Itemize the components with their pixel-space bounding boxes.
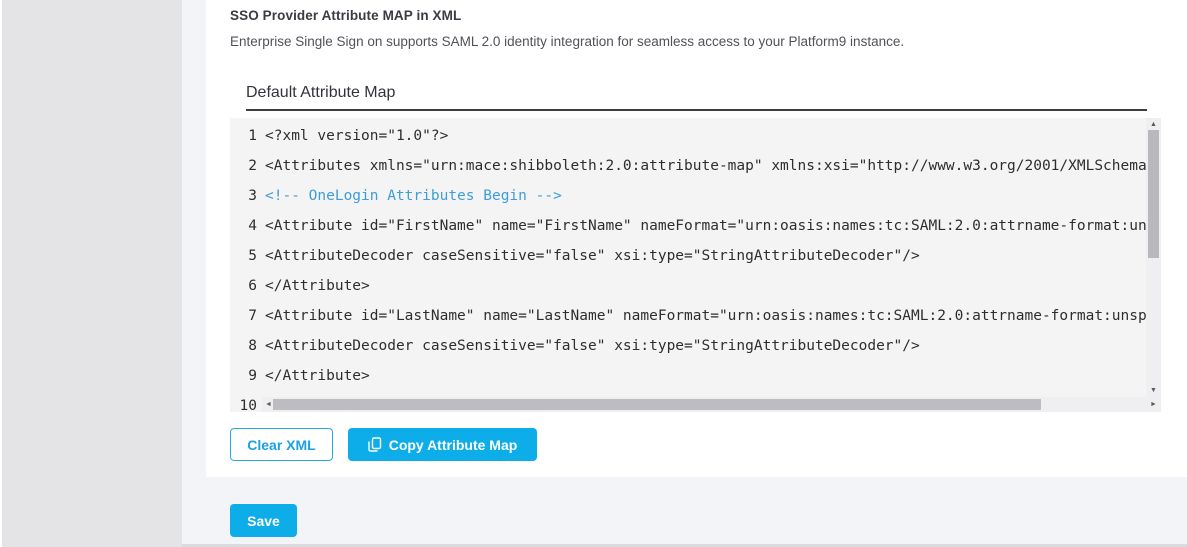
line-code: <Attributes xmlns="urn:mace:shibboleth:2…	[265, 158, 1146, 174]
scroll-right-icon[interactable]: ►	[1147, 397, 1160, 412]
line-number: 4	[230, 218, 257, 234]
line-code: </Attribute>	[265, 368, 1146, 384]
line-code: <?xml version="1.0"?>	[265, 128, 1146, 144]
line-code: <!-- OneLogin Attributes Begin -->	[265, 188, 1146, 204]
line-number: 3	[230, 188, 257, 204]
code-line: 4 <Attribute id="FirstName" name="FirstN…	[230, 211, 1146, 241]
line-code: <AttributeDecoder caseSensitive="false" …	[265, 338, 1146, 354]
code-line: 9 </Attribute>	[230, 361, 1146, 391]
attribute-map-label: Default Attribute Map	[246, 84, 395, 102]
horizontal-scrollbar[interactable]: ◄ ►	[262, 397, 1161, 412]
code-line: 2 <Attributes xmlns="urn:mace:shibboleth…	[230, 151, 1146, 181]
code-line: 7 <Attribute id="LastName" name="LastNam…	[230, 301, 1146, 331]
line-number: 5	[230, 248, 257, 264]
save-button[interactable]: Save	[230, 504, 297, 537]
section-description: Enterprise Single Sign on supports SAML …	[230, 34, 904, 49]
clear-xml-label: Clear XML	[247, 437, 315, 453]
xml-code-editor[interactable]: 1 <?xml version="1.0"?> 2 <Attributes xm…	[230, 118, 1161, 412]
code-line-comment: 3 <!-- OneLogin Attributes Begin -->	[230, 181, 1146, 211]
line-code: <AttributeDecoder caseSensitive="false" …	[265, 248, 1146, 264]
scroll-down-icon[interactable]: ▼	[1146, 384, 1161, 397]
horizontal-scrollbar-thumb[interactable]	[273, 399, 1041, 410]
line-number: 2	[230, 158, 257, 174]
code-line: 5 <AttributeDecoder caseSensitive="false…	[230, 241, 1146, 271]
code-line: 8 <AttributeDecoder caseSensitive="false…	[230, 331, 1146, 361]
line-number: 10	[230, 398, 257, 414]
copy-attribute-map-button[interactable]: Copy Attribute Map	[348, 428, 537, 461]
vertical-scrollbar-thumb[interactable]	[1148, 130, 1159, 258]
line-code: </Attribute>	[265, 278, 1146, 294]
line-number: 1	[230, 128, 257, 144]
save-label: Save	[247, 513, 280, 529]
copy-attribute-map-label: Copy Attribute Map	[389, 437, 518, 453]
line-code: <Attribute id="FirstName" name="FirstNam…	[265, 218, 1146, 234]
sidebar	[2, 0, 182, 547]
vertical-scrollbar[interactable]: ▲ ▼	[1146, 118, 1161, 397]
line-number: 6	[230, 278, 257, 294]
code-line: 6 </Attribute>	[230, 271, 1146, 301]
copy-icon	[368, 437, 382, 453]
line-number: 9	[230, 368, 257, 384]
attribute-map-underline	[246, 109, 1147, 111]
line-number: 7	[230, 308, 257, 324]
section-title: SSO Provider Attribute MAP in XML	[230, 8, 461, 23]
line-number: 8	[230, 338, 257, 354]
line-code: <Attribute id="LastName" name="LastName"…	[265, 308, 1146, 324]
clear-xml-button[interactable]: Clear XML	[230, 428, 333, 461]
code-line: 1 <?xml version="1.0"?>	[230, 121, 1146, 151]
sso-card: SSO Provider Attribute MAP in XML Enterp…	[206, 0, 1187, 477]
sso-settings-page: SSO Provider Attribute MAP in XML Enterp…	[0, 0, 1187, 547]
code-lines: 1 <?xml version="1.0"?> 2 <Attributes xm…	[230, 121, 1146, 421]
